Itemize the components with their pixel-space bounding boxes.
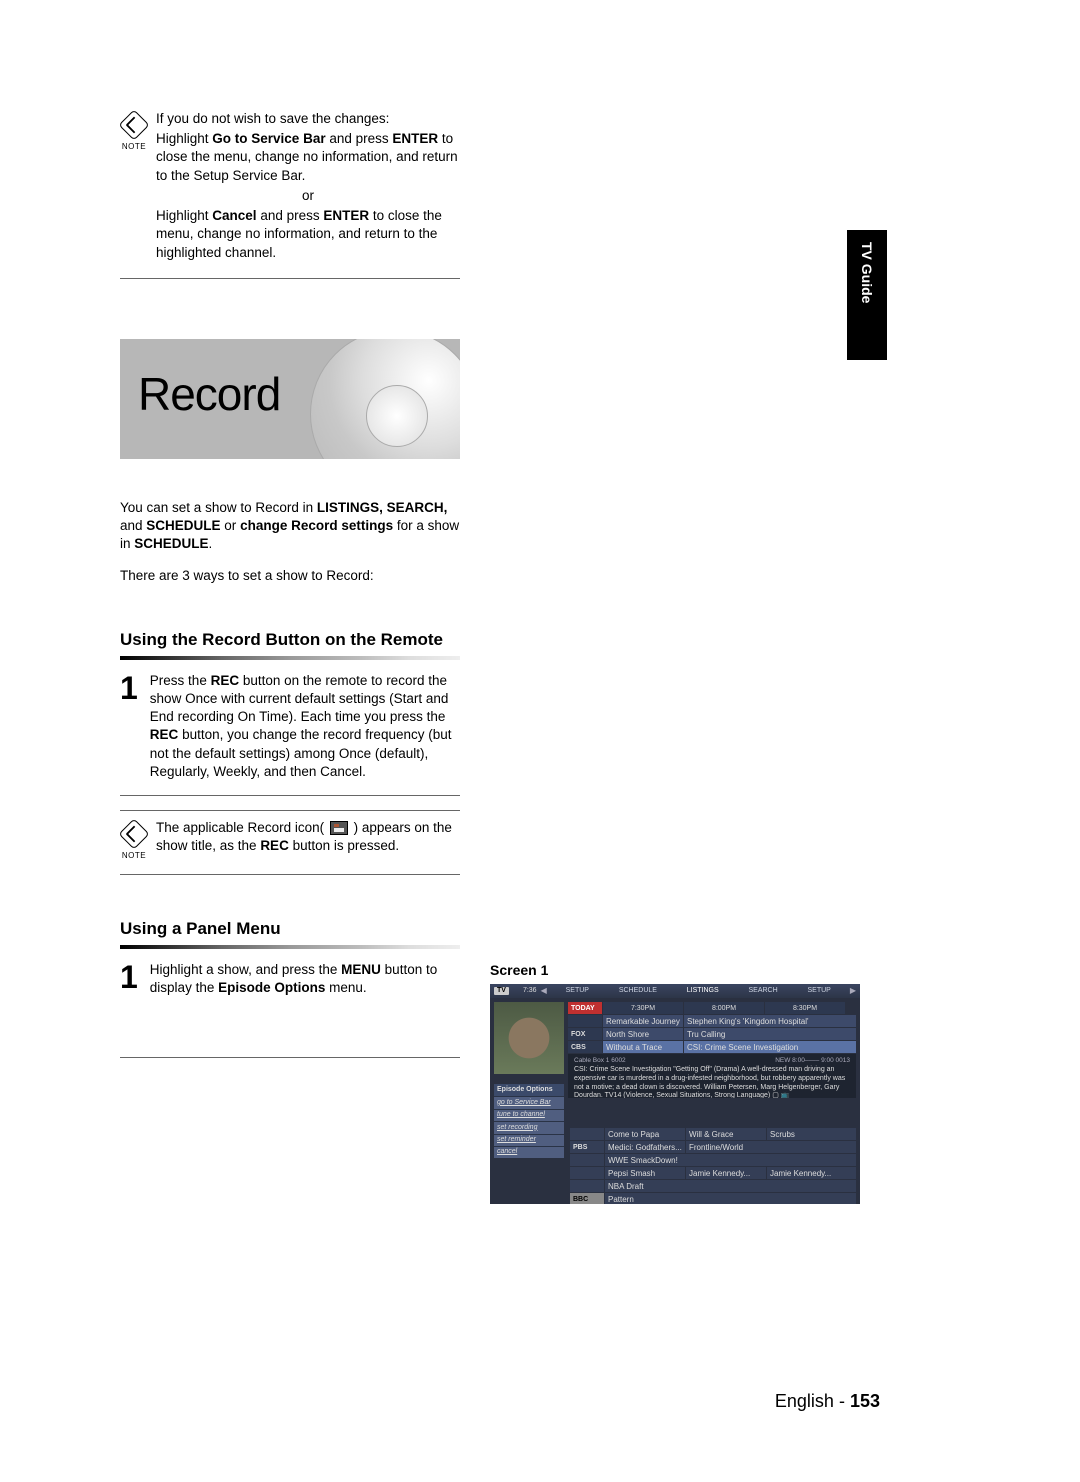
tvguide-description: Cable Box 1 6002 NEW 8:00–––– 9:00 0013 … (568, 1054, 856, 1098)
tvguide-grid: TODAY 7:30PM 8:00PM 8:30PM Remarkable Jo… (568, 1002, 856, 1074)
record-title: Record (138, 367, 280, 421)
side-tab-tvguide: TV Guide (847, 230, 887, 360)
note-icon: NOTE (120, 819, 148, 860)
heading-remote: Using the Record Button on the Remote (120, 630, 460, 650)
sidebar-item[interactable]: set reminder (494, 1134, 564, 1146)
step-1-remote: 1 Press the REC button on the remote to … (120, 672, 460, 781)
underline-bar (120, 656, 460, 660)
step-number: 1 (120, 672, 138, 781)
note-block-2: NOTE The applicable Record icon( ) appea… (120, 819, 460, 860)
tvguide-preview (494, 1002, 564, 1074)
heading-panel-menu: Using a Panel Menu (120, 919, 460, 939)
sidebar-item[interactable]: set recording (494, 1121, 564, 1133)
record-banner: Record (120, 339, 460, 459)
divider (120, 278, 460, 279)
divider (120, 1057, 460, 1058)
tvguide-screenshot: TV 7:36 ◀ SETUP SCHEDULE LISTINGS SEARCH… (490, 984, 860, 1204)
note-body-2: The applicable Record icon( ) appears on… (156, 819, 460, 857)
tvguide-lower-grid: Come to Papa Will & Grace Scrubs PBS Med… (570, 1128, 856, 1204)
tvguide-nav: SETUP SCHEDULE LISTINGS SEARCH SETUP (551, 987, 846, 995)
sidebar-item[interactable]: cancel (494, 1146, 564, 1158)
page-number: English - 153 (775, 1391, 880, 1412)
divider (120, 810, 460, 811)
note-block-1: NOTE If you do not wish to save the chan… (120, 110, 460, 264)
record-indicator-icon (330, 821, 348, 835)
note-icon: NOTE (120, 110, 148, 151)
step-1-panel: 1 Highlight a show, and press the MENU b… (120, 961, 460, 997)
step-number: 1 (120, 961, 138, 997)
note-body-1: If you do not wish to save the changes: … (156, 110, 460, 264)
divider (120, 874, 460, 875)
record-intro: You can set a show to Record in LISTINGS… (120, 499, 460, 586)
tvguide-time: 7:36 (523, 987, 537, 995)
sidebar-item[interactable]: tune to channel (494, 1109, 564, 1121)
episode-options-sidebar: Episode Options go to Service Bar tune t… (494, 1084, 564, 1158)
screen-1-block: Screen 1 TV 7:36 ◀ SETUP SCHEDULE LISTIN… (490, 962, 860, 1204)
underline-bar (120, 945, 460, 949)
screen-label: Screen 1 (490, 962, 860, 978)
sidebar-item[interactable]: go to Service Bar (494, 1096, 564, 1108)
disc-icon (310, 339, 460, 459)
divider (120, 795, 460, 796)
tvguide-logo: TV (494, 987, 509, 995)
